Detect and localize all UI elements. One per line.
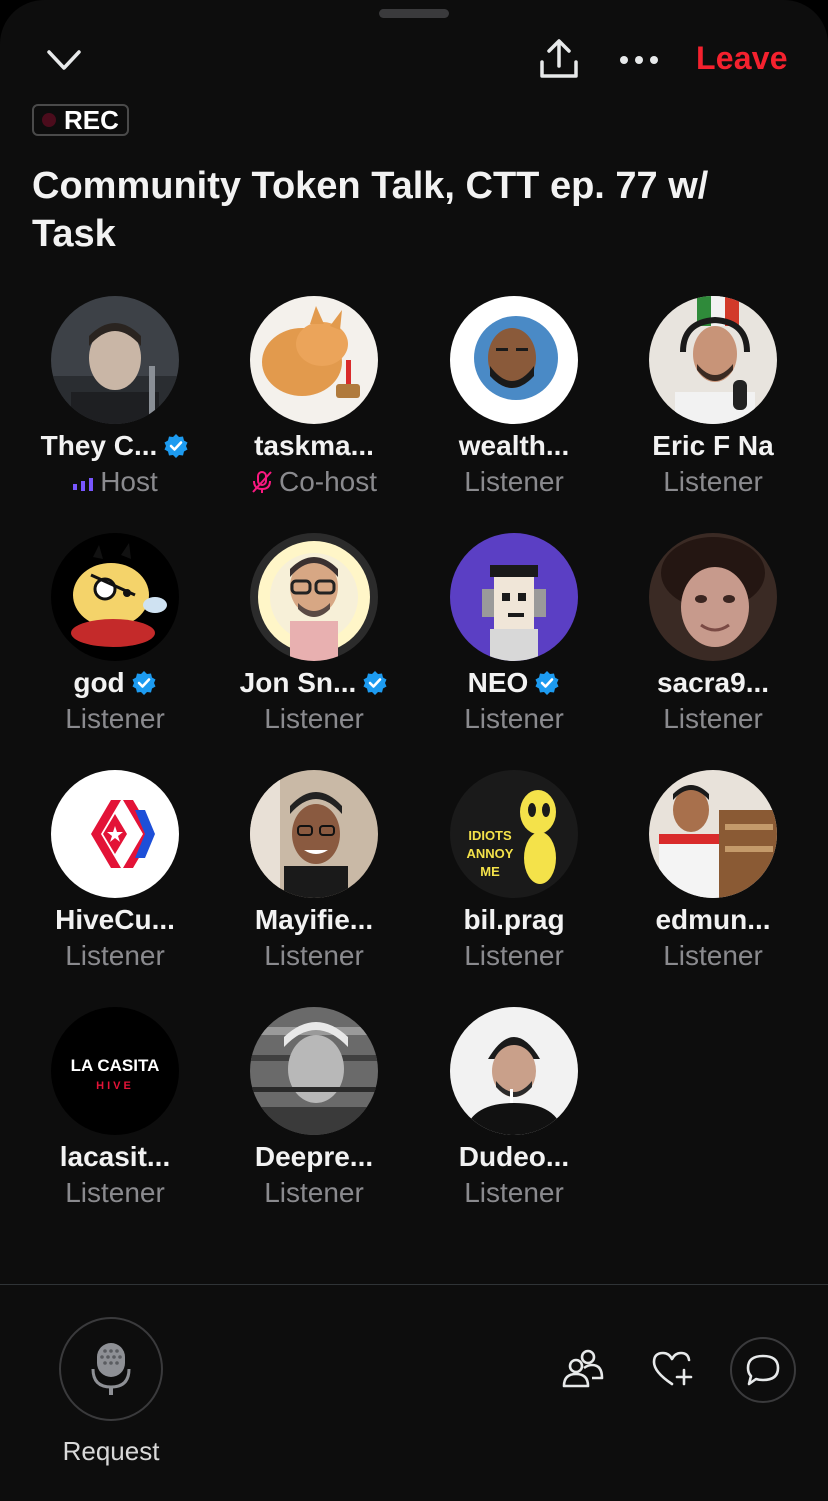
participant-role: Host: [15, 466, 215, 498]
participant-name: HiveCu...: [55, 904, 175, 935]
avatar: [250, 533, 378, 661]
mic-muted-icon: [252, 471, 272, 493]
participant-role: Listener: [464, 466, 564, 497]
verified-icon: [363, 671, 387, 695]
request-label: Request: [62, 1436, 160, 1466]
verified-icon: [535, 671, 559, 695]
participant-name: bil.prag: [463, 904, 565, 935]
leave-button[interactable]: Leave: [696, 40, 788, 77]
svg-text:IDIOTS: IDIOTS: [468, 828, 512, 843]
rec-label: REC: [64, 104, 119, 135]
chat-bubble-icon[interactable]: [730, 1337, 796, 1403]
heart-plus-icon[interactable]: [652, 1350, 694, 1388]
participant-role: Listener: [464, 1177, 564, 1208]
avatar: [51, 770, 179, 898]
participant-name: god: [15, 667, 215, 699]
microphone-icon: [91, 1343, 131, 1395]
avatar: [51, 296, 179, 424]
avatar: [250, 296, 378, 424]
participant-name: taskma...: [254, 430, 374, 461]
record-dot-icon: [42, 113, 56, 127]
participant-role: Listener: [663, 466, 763, 497]
chevron-down-icon[interactable]: [44, 42, 84, 78]
svg-text:LA CASITA: LA CASITA: [71, 1056, 160, 1075]
share-icon[interactable]: [536, 38, 582, 82]
participant-role: Listener: [663, 940, 763, 971]
participant-role: Listener: [264, 1177, 364, 1208]
avatar: [250, 1007, 378, 1135]
participant-role: Listener: [65, 1177, 165, 1208]
participant-role: Listener: [264, 703, 364, 734]
participant-name: NEO: [414, 667, 614, 699]
svg-text:HIVE: HIVE: [96, 1080, 134, 1092]
participant-role: Listener: [464, 703, 564, 734]
avatar: IDIOTS ANNOY ME: [450, 770, 578, 898]
participant-role: Listener: [65, 703, 165, 734]
participant-name: sacra9...: [656, 667, 770, 698]
participant-name: Dudeo...: [458, 1141, 570, 1172]
avatar: [450, 1007, 578, 1135]
participant-name: Jon Sn...: [214, 667, 414, 699]
avatar: LA CASITA HIVE: [51, 1007, 179, 1135]
participant-name: edmun...: [655, 904, 771, 935]
request-button[interactable]: [59, 1317, 163, 1421]
space-title: Community Token Talk, CTT ep. 77 w/ Task: [32, 165, 709, 255]
verified-icon: [132, 671, 156, 695]
verified-icon: [164, 434, 188, 458]
participant-name: Eric F Na: [652, 430, 774, 461]
participant-role: Listener: [65, 940, 165, 971]
bottom-divider: [0, 1284, 828, 1285]
participant-name: Mayifie...: [254, 904, 374, 935]
drag-handle[interactable]: [379, 9, 449, 18]
avatar: [450, 296, 578, 424]
participant-role: Co-host: [214, 466, 414, 498]
avatar: [51, 533, 179, 661]
svg-text:ME: ME: [480, 864, 500, 879]
more-horizontal-icon[interactable]: [616, 46, 662, 74]
participant-role: Listener: [663, 703, 763, 734]
participant-name: wealth...: [458, 430, 570, 461]
avatar: [649, 296, 777, 424]
avatar: [649, 770, 777, 898]
people-icon[interactable]: [562, 1348, 604, 1388]
participant-role: Listener: [264, 940, 364, 971]
participant-name: Deepre...: [254, 1141, 374, 1172]
participant-name: They C...: [15, 430, 215, 462]
svg-text:ANNOY: ANNOY: [467, 846, 514, 861]
rec-badge: REC: [32, 104, 129, 136]
avatar: [450, 533, 578, 661]
space-sheet: Leave REC Community Token Talk, CTT ep. …: [0, 0, 828, 1501]
participant-role: Listener: [464, 940, 564, 971]
speaking-bars-icon: [73, 478, 94, 491]
participant-name: lacasit...: [59, 1141, 171, 1172]
avatar: [250, 770, 378, 898]
avatar: [649, 533, 777, 661]
